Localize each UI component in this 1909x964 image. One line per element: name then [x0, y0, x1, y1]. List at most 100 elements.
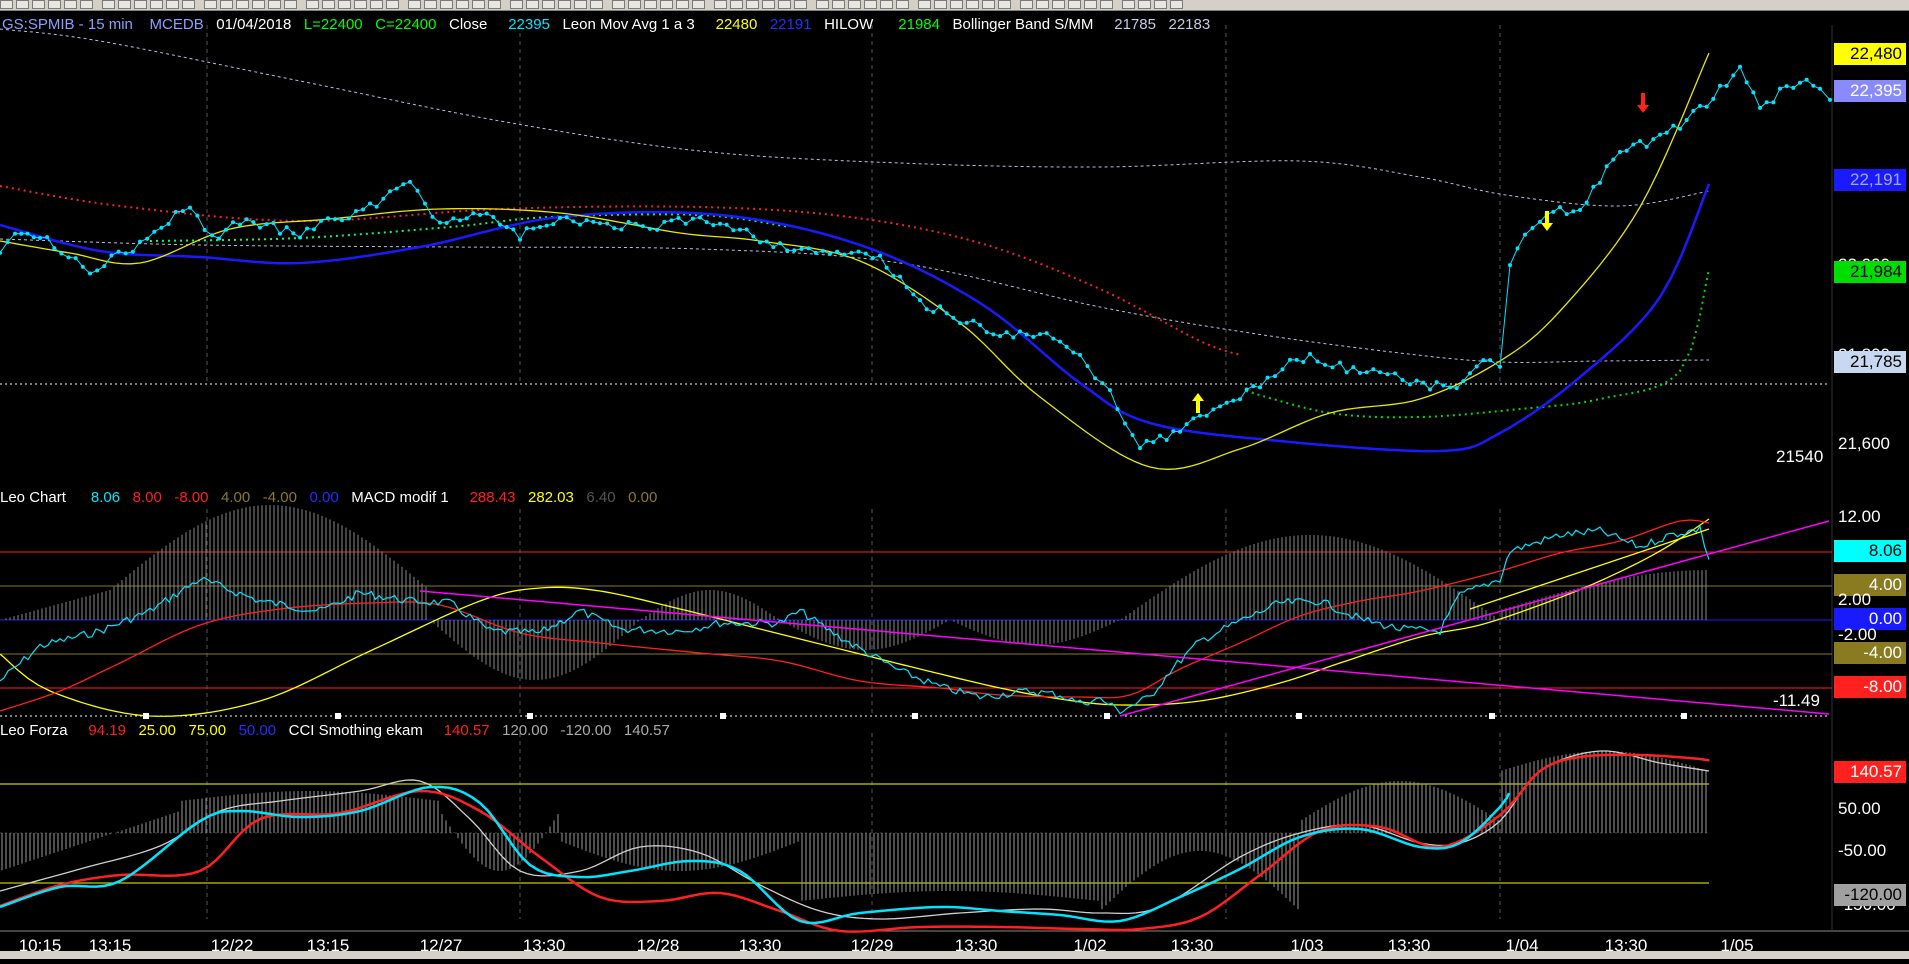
zoom-in-icon[interactable] — [80, 0, 93, 9]
arrow-icon[interactable] — [526, 0, 539, 9]
chart-icon[interactable] — [252, 0, 265, 9]
text-icon[interactable] — [918, 0, 931, 9]
cursor-icon[interactable] — [306, 0, 319, 9]
save-icon[interactable] — [1154, 0, 1167, 9]
chart-canvas[interactable] — [0, 11, 1909, 959]
new-icon[interactable] — [1122, 0, 1135, 9]
open-icon[interactable] — [204, 0, 217, 9]
zoom-in-icon[interactable] — [268, 0, 281, 9]
chart-icon[interactable] — [440, 0, 453, 9]
price-dot — [1448, 385, 1452, 390]
save-icon[interactable] — [220, 0, 233, 9]
cursor-icon[interactable] — [676, 0, 689, 9]
price-dot — [1498, 364, 1502, 369]
price-dot — [1578, 208, 1582, 213]
price-dot — [1151, 440, 1156, 445]
open-icon[interactable] — [16, 0, 29, 9]
zoom-in-icon[interactable] — [1020, 0, 1033, 9]
print-icon[interactable] — [424, 0, 437, 9]
text-icon[interactable] — [166, 0, 179, 9]
new-icon[interactable] — [0, 0, 13, 9]
price-dot — [891, 273, 896, 278]
draw-line-icon[interactable] — [322, 0, 335, 9]
bollinger-lower-line — [0, 238, 1710, 363]
save-icon[interactable] — [32, 0, 45, 9]
draw-line-icon[interactable] — [880, 0, 893, 9]
draw-line-icon[interactable] — [692, 0, 705, 9]
zoom-in-icon[interactable] — [456, 0, 469, 9]
new-icon[interactable] — [934, 0, 947, 9]
zoom-out-icon[interactable] — [284, 0, 297, 9]
print-icon[interactable] — [612, 0, 625, 9]
save-icon[interactable] — [408, 0, 421, 9]
price-dot — [1591, 184, 1596, 189]
price-dot — [1691, 108, 1696, 113]
chart-icon[interactable] — [64, 0, 77, 9]
new-icon[interactable] — [746, 0, 759, 9]
cursor-icon[interactable] — [1052, 0, 1065, 9]
chart-icon[interactable] — [816, 0, 829, 9]
price-dot — [231, 220, 235, 225]
open-icon[interactable] — [386, 0, 399, 9]
arrow-icon[interactable] — [150, 0, 163, 9]
arrow-icon[interactable] — [714, 0, 727, 9]
zoom-out-icon[interactable] — [1036, 0, 1049, 9]
print-icon[interactable] — [794, 0, 807, 9]
price-dot — [1184, 422, 1189, 427]
zoom-in-icon[interactable] — [644, 0, 657, 9]
chart-icon[interactable] — [628, 0, 641, 9]
save-icon[interactable] — [778, 0, 791, 9]
price-dot — [52, 246, 57, 251]
cci-label: CCI Smothing ekam — [288, 722, 423, 739]
open-icon[interactable] — [574, 0, 587, 9]
price-dot — [326, 216, 330, 221]
zoom-out-icon[interactable] — [660, 0, 673, 9]
macd-v2: 282.03 — [527, 489, 574, 506]
new-icon[interactable] — [558, 0, 571, 9]
save-icon[interactable] — [590, 0, 603, 9]
chart-icon[interactable] — [998, 0, 1011, 9]
zoom-out-icon[interactable] — [472, 0, 485, 9]
print-icon[interactable] — [48, 0, 61, 9]
open-icon[interactable] — [762, 0, 775, 9]
draw-line-icon[interactable] — [134, 0, 147, 9]
price-dot — [291, 231, 296, 236]
cursor-icon[interactable] — [118, 0, 131, 9]
text-icon[interactable] — [354, 0, 367, 9]
print-icon[interactable] — [236, 0, 249, 9]
print-icon[interactable] — [1170, 0, 1183, 9]
new-icon[interactable] — [182, 0, 195, 9]
chart-area[interactable]: GS:SPMIB - 15 min MCEDB 01/04/2018 L=224… — [0, 11, 1909, 959]
cursor-icon[interactable] — [488, 0, 501, 9]
toolbar — [0, 0, 1909, 11]
price-dot — [718, 221, 722, 226]
open-icon[interactable] — [1138, 0, 1151, 9]
text-icon[interactable] — [730, 0, 743, 9]
open-icon[interactable] — [950, 0, 963, 9]
arrow-icon[interactable] — [1084, 0, 1097, 9]
price-dot — [531, 226, 536, 231]
bar-marker — [912, 713, 918, 719]
text-icon[interactable] — [542, 0, 555, 9]
draw-line-icon[interactable] — [1068, 0, 1081, 9]
arrow-icon[interactable] — [896, 0, 909, 9]
low-label: L=22400 — [303, 16, 363, 33]
zoom-out-icon[interactable] — [848, 0, 861, 9]
text-icon[interactable] — [1100, 0, 1113, 9]
zoom-out-icon[interactable] — [102, 0, 115, 9]
new-icon[interactable] — [370, 0, 383, 9]
axis-badge-21785: 21,785 — [1834, 351, 1906, 373]
price-dot — [835, 249, 840, 254]
arrow-icon[interactable] — [338, 0, 351, 9]
save-icon[interactable] — [966, 0, 979, 9]
price-dot — [626, 219, 631, 224]
macd-red-line — [0, 519, 1710, 712]
price-dot — [1288, 357, 1292, 362]
price-dot — [298, 235, 302, 240]
price-close-line — [0, 65, 1831, 450]
zoom-in-icon[interactable] — [832, 0, 845, 9]
draw-line-icon[interactable] — [510, 0, 523, 9]
price-dot — [354, 208, 358, 213]
print-icon[interactable] — [982, 0, 995, 9]
cursor-icon[interactable] — [864, 0, 877, 9]
